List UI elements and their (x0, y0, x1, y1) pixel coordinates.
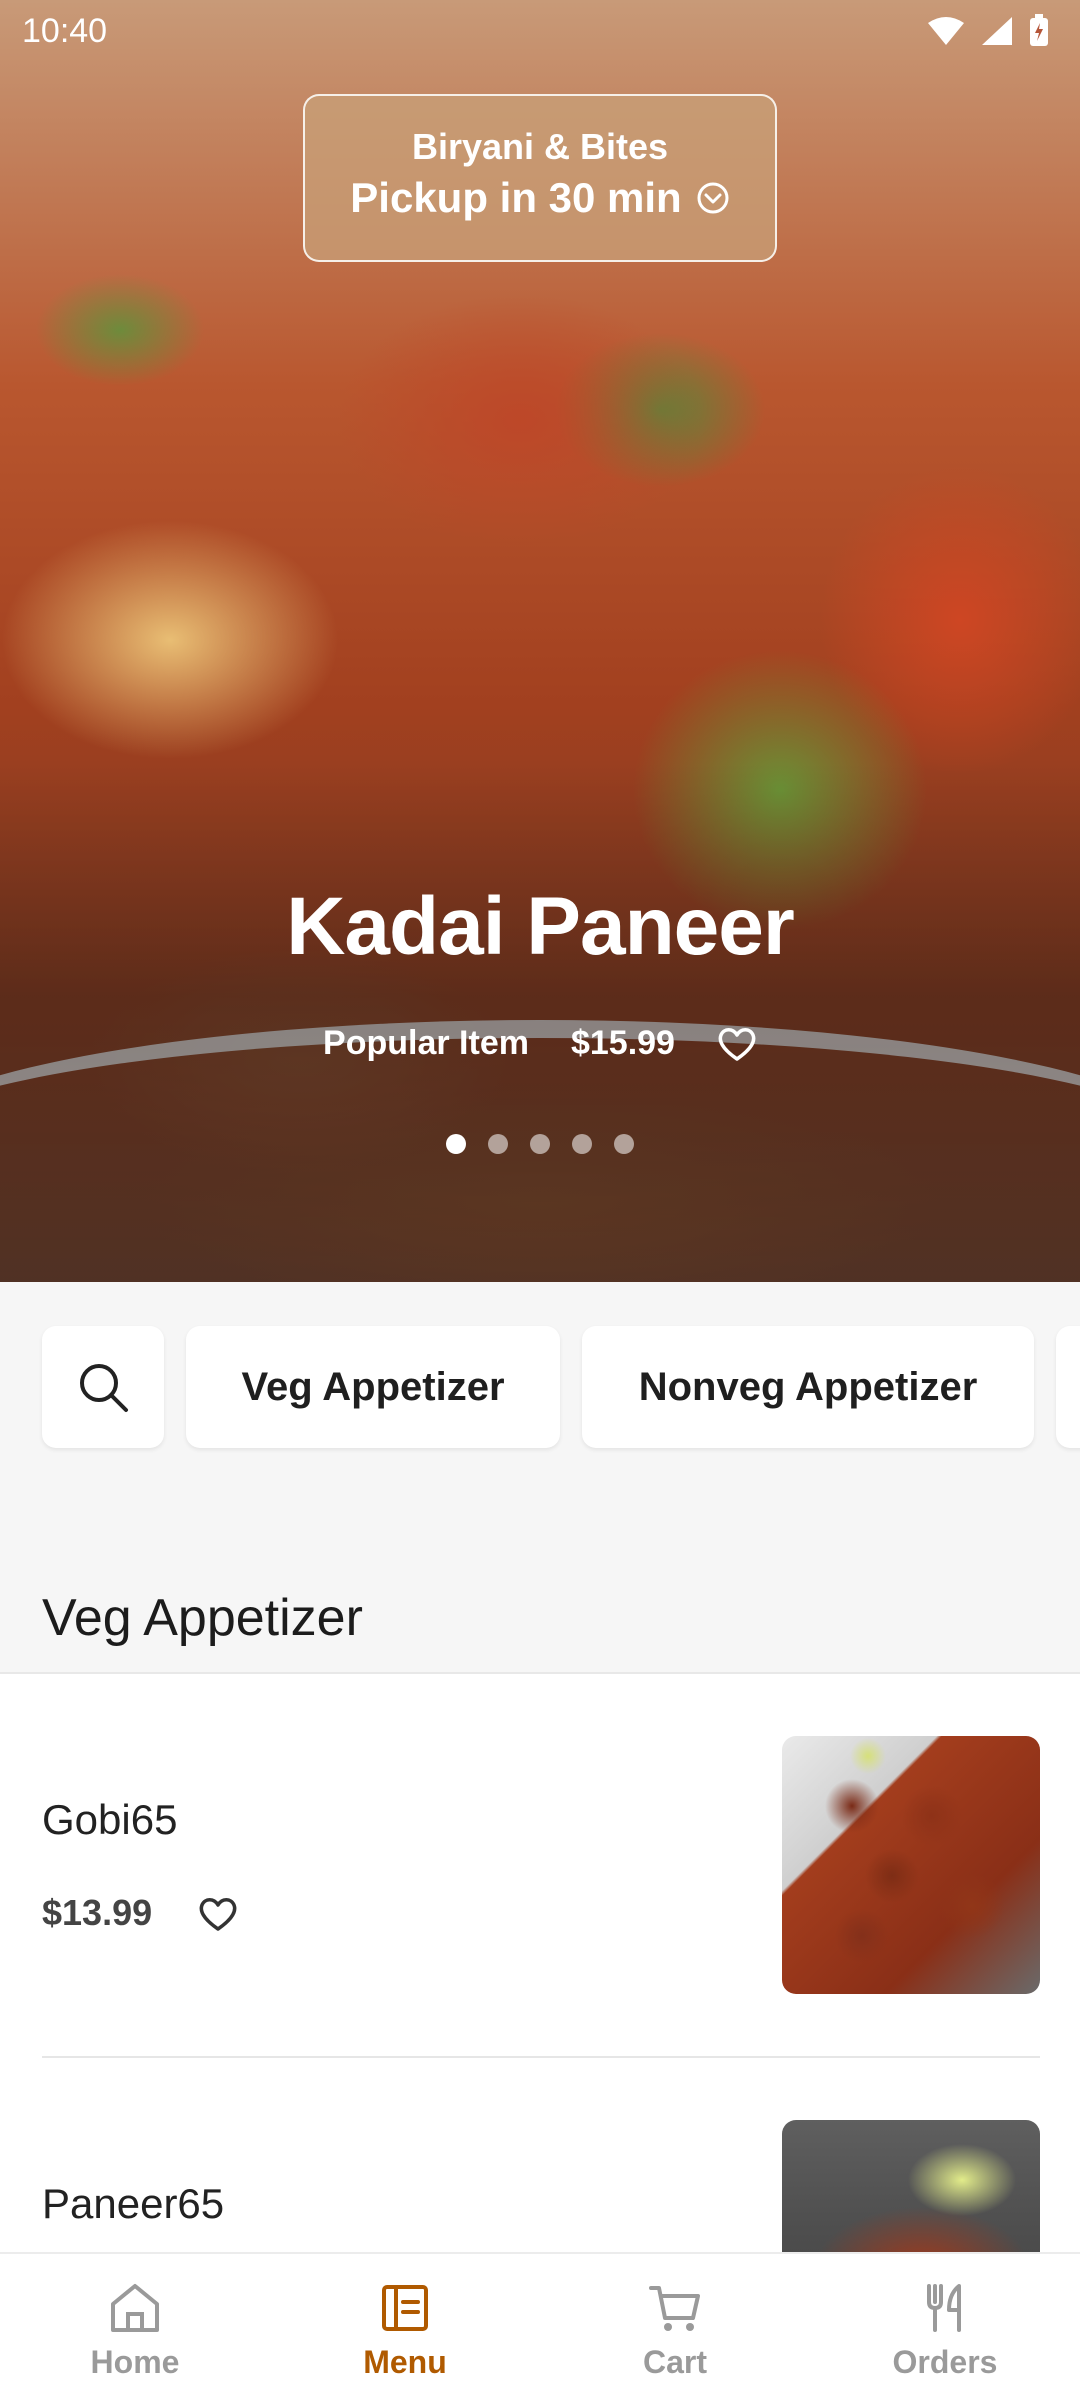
nav-cart[interactable]: Cart (540, 2254, 810, 2400)
carousel-dot[interactable] (446, 1134, 466, 1154)
wifi-icon (928, 17, 964, 45)
status-bar: 10:40 (0, 0, 1080, 64)
cart-icon (649, 2286, 700, 2331)
search-icon (80, 1364, 128, 1412)
battery-icon (1030, 14, 1048, 46)
carousel-dot[interactable] (488, 1134, 508, 1154)
carousel-dot[interactable] (614, 1134, 634, 1154)
pickup-text: Pickup in 30 min (350, 174, 682, 221)
status-icons (926, 14, 1050, 48)
hero-price: $15.99 (570, 1024, 675, 1062)
nav-label: Cart (642, 2344, 707, 2380)
category-chip-nonveg-appetizer[interactable]: Nonveg Appetizer (582, 1326, 1034, 1448)
nav-home[interactable]: Home (0, 2254, 270, 2400)
carousel-dot[interactable] (572, 1134, 592, 1154)
bottom-nav: Home Menu Cart Orders (0, 2252, 1080, 2400)
category-chip-veg-appetizer[interactable]: Veg Appetizer (186, 1326, 560, 1448)
pickup-time: Pickup in 30 min (305, 174, 775, 222)
status-time: 10:40 (22, 12, 108, 50)
nav-label: Menu (363, 2344, 447, 2380)
list-item[interactable]: Paneer65 (0, 2058, 1080, 2252)
hero-meta: Popular Item $15.99 (0, 1024, 1080, 1063)
carousel-dots (0, 1134, 1080, 1154)
category-bar: Veg Appetizer Nonveg Appetizer (0, 1326, 1080, 1450)
nav-label: Home (90, 2344, 180, 2380)
category-chip-more[interactable] (1056, 1326, 1080, 1448)
section-title: Veg Appetizer (42, 1589, 363, 1647)
item-name: Paneer65 (42, 2180, 225, 2227)
carousel-dot[interactable] (530, 1134, 550, 1154)
store-selector[interactable]: Biryani & Bites Pickup in 30 min (303, 94, 777, 262)
home-icon (111, 2284, 159, 2332)
signal-icon (982, 17, 1012, 45)
chevron-down-icon (697, 182, 729, 214)
menu-icon (382, 2285, 428, 2331)
nav-menu[interactable]: Menu (270, 2254, 540, 2400)
nav-orders[interactable]: Orders (810, 2254, 1080, 2400)
heart-icon[interactable] (717, 1026, 757, 1062)
search-button[interactable] (42, 1326, 164, 1448)
heart-icon[interactable] (198, 1896, 238, 1932)
nav-label: Orders (892, 2344, 998, 2380)
item-list: Gobi65 $13.99 Paneer65 (0, 1672, 1080, 2252)
item-image (782, 2120, 1040, 2252)
hero-title: Kadai Paneer (286, 881, 795, 972)
item-image (782, 1736, 1040, 1994)
store-name: Biryani & Bites (411, 126, 669, 167)
hero-tag: Popular Item (323, 1024, 529, 1062)
orders-icon (927, 2284, 961, 2332)
item-price: $13.99 (42, 1892, 153, 1933)
item-name: Gobi65 (42, 1796, 178, 1843)
list-item[interactable]: Gobi65 $13.99 (0, 1674, 1080, 2058)
hero-shade (0, 762, 1080, 1282)
